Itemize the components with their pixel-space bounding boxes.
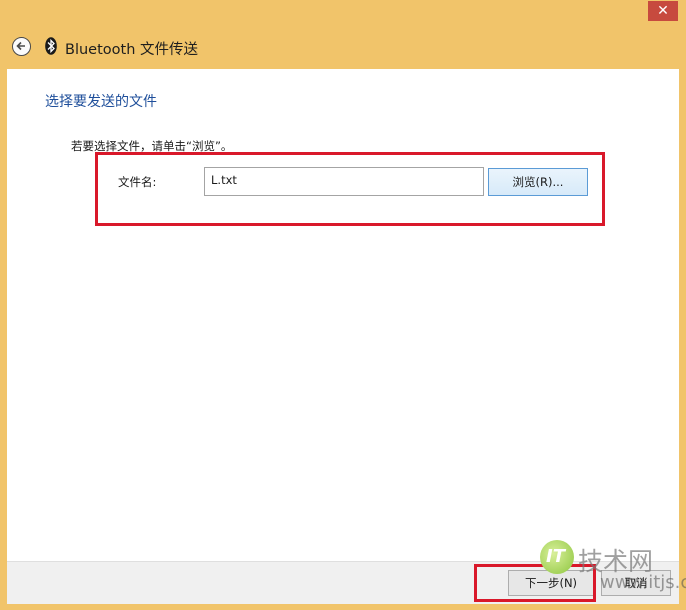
back-arrow-icon — [16, 41, 25, 51]
watermark-logo-icon: IT — [540, 540, 574, 574]
close-button[interactable]: ✕ — [648, 1, 678, 21]
watermark-url: www.itjs.cn — [600, 572, 686, 593]
window-frame: ✕ Bluetooth 文件传送 选择要发送的文件 若要选择文件，请单击“浏览”… — [0, 0, 686, 610]
window-title: Bluetooth 文件传送 — [65, 42, 198, 58]
back-button[interactable] — [12, 37, 31, 56]
wizard-content: 选择要发送的文件 若要选择文件，请单击“浏览”。 文件名: L.txt 浏览(R… — [7, 69, 679, 561]
title-bar: Bluetooth 文件传送 — [7, 28, 679, 68]
highlight-box-filename — [95, 152, 605, 226]
watermark-logo-text: IT — [546, 546, 565, 567]
bluetooth-icon — [45, 37, 57, 55]
site-watermark: IT 技术网 www.itjs.cn — [540, 536, 686, 602]
page-heading: 选择要发送的文件 — [45, 94, 157, 110]
close-icon: ✕ — [657, 3, 669, 19]
